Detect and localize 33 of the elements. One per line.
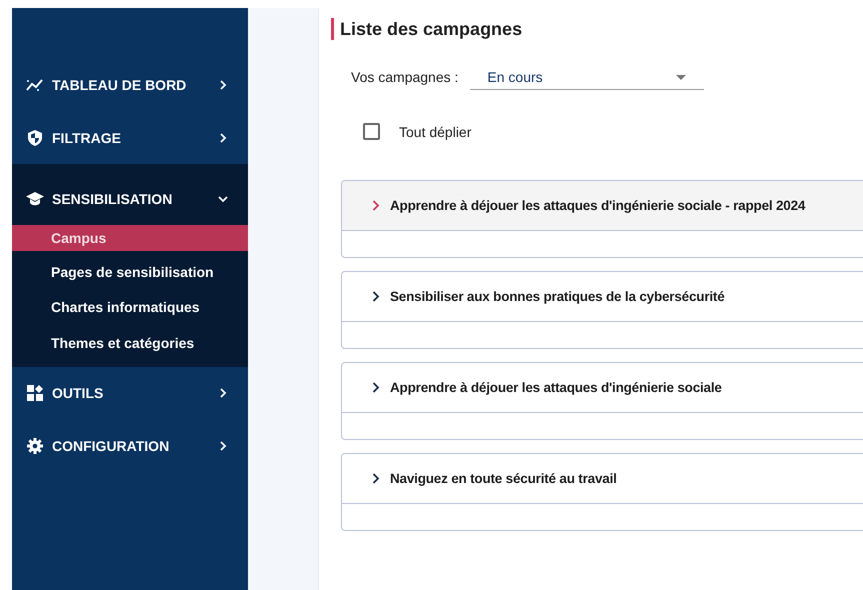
checkbox-label: Tout déplier [399,124,472,140]
submenu-item[interactable]: Chartes informatiques [12,290,248,325]
graduation-cap-icon [26,192,44,206]
submenu-item[interactable]: Pages de sensibilisation [12,254,248,290]
sidebar-item[interactable]: OUTILS [12,366,248,420]
page-title: Liste des campagnes [331,18,863,40]
chevron-right-icon [372,382,380,393]
dropdown-arrow-icon [676,74,686,80]
campaign-header[interactable]: Apprendre à déjouer les attaques d'ingénierie sociale - rappel 2024 [342,181,863,231]
sidebar-item[interactable]: CONFIGURATION [12,420,248,472]
shield-icon [28,130,42,146]
campaign-header[interactable]: Sensibiliser aux bonnes pratiques de la cybersécurité [342,272,863,322]
sidebar-item[interactable]: FILTRAGE [12,111,248,164]
submenu-item[interactable]: Themes et catégories [12,325,248,360]
chevron-down-icon [218,194,228,204]
sidebar-item[interactable]: SENSIBILISATION [12,164,248,225]
tiles-icon [27,385,43,401]
campaign-status-dropdown[interactable]: En cours [470,69,704,90]
chevron-right-icon [372,291,380,302]
filter-label: Vos campagnes : [351,68,458,84]
sidebar-item[interactable]: TABLEAU DE BORD [12,58,248,111]
trend-chart-icon [26,78,44,92]
chevron-right-icon [218,80,228,90]
chevron-right-icon [218,132,228,142]
submenu-item[interactable]: Campus [12,225,248,251]
settings-icon [27,438,43,454]
chevron-right-icon [372,473,380,484]
checkbox[interactable] [363,123,380,140]
chevron-right-icon [218,441,228,451]
campaign-header[interactable]: Naviguez en toute sécurité au travail [342,454,863,504]
campaign-header[interactable]: Apprendre à déjouer les attaques d'ingénierie sociale [342,363,863,413]
chevron-right-icon [372,200,380,211]
chevron-right-icon [218,388,228,398]
